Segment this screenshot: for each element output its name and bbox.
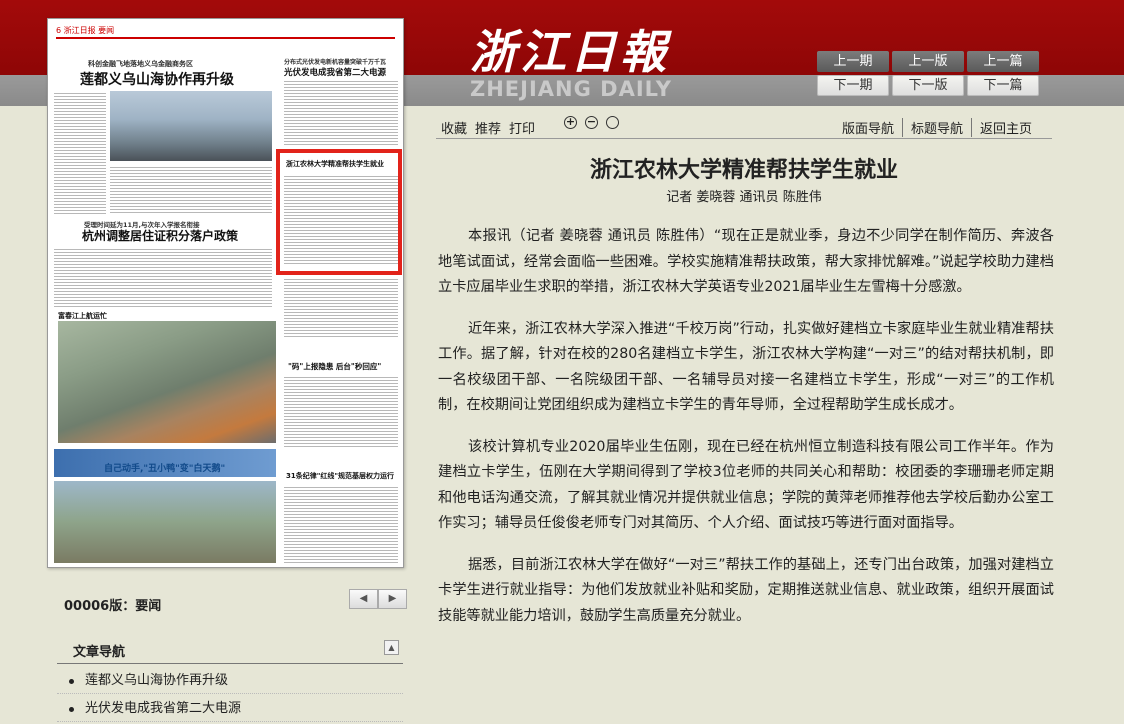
collapse-icon[interactable]: ▲ bbox=[384, 640, 399, 655]
paper-page-header: 6 浙江日报 要闻 bbox=[56, 25, 395, 39]
paper-text-column bbox=[284, 375, 398, 449]
paper-headline[interactable]: 31条纪律"红线"规范基层权力运行 bbox=[286, 471, 394, 481]
page-version-label: 00006版：要闻 bbox=[64, 599, 162, 614]
next-issue-button[interactable]: 下一期 bbox=[817, 75, 889, 96]
prev-article-button[interactable]: 上一篇 bbox=[967, 51, 1039, 72]
article-nav-list: 莲都义乌山海协作再升级 光伏发电成我省第二大电源 bbox=[57, 666, 403, 722]
selected-article-highlight[interactable] bbox=[276, 149, 402, 275]
zoom-in-icon[interactable]: + bbox=[564, 116, 577, 129]
paper-photo-village bbox=[54, 481, 276, 563]
article-nav-item[interactable]: 光伏发电成我省第二大电源 bbox=[57, 694, 403, 722]
zoom-reset-icon[interactable] bbox=[606, 116, 619, 129]
zoom-out-icon[interactable]: − bbox=[585, 116, 598, 129]
paper-text-column bbox=[54, 91, 106, 216]
article-toolbar: 收藏 推荐 打印 + − 版面导航 标题导航 返回主页 bbox=[436, 112, 1052, 139]
next-article-button[interactable]: 下一篇 bbox=[967, 75, 1039, 96]
next-version-button[interactable]: ▶ bbox=[378, 589, 407, 609]
paper-headline-kicker: 分布式光伏发电新机容量突破千万千瓦 bbox=[284, 59, 387, 66]
print-link[interactable]: 打印 bbox=[509, 118, 535, 137]
article-nav-header: 文章导航 ▲ bbox=[57, 636, 403, 664]
article-paragraph: 该校计算机专业2020届毕业生伍刚，现在已经在杭州恒立制造科技有限公司工作半年。… bbox=[438, 438, 1054, 532]
paper-headline[interactable]: 光伏发电成我省第二大电源 bbox=[284, 66, 386, 78]
paper-text-column bbox=[284, 485, 398, 563]
article-byline: 记者 姜晓蓉 通讯员 陈胜伟 bbox=[666, 190, 822, 205]
paper-headline[interactable]: "码"上报隐患 后台"秒回应" bbox=[288, 361, 381, 372]
prev-issue-button[interactable]: 上一期 bbox=[817, 51, 889, 72]
paper-text-column bbox=[110, 165, 272, 215]
issue-pager: 上一期 上一版 上一篇 下一期 下一版 下一篇 bbox=[817, 51, 1039, 96]
paper-headline-kicker: 科创金融飞地落地义乌金融商务区 bbox=[88, 60, 193, 68]
collect-link[interactable]: 收藏 bbox=[441, 118, 467, 137]
paper-headline[interactable]: 杭州调整居住证积分落户政策 bbox=[82, 227, 238, 244]
paper-photo-buildings bbox=[110, 91, 272, 161]
paper-headline[interactable]: 自己动手,"丑小鸭"变"白天鹅" bbox=[104, 461, 225, 474]
title-nav-link[interactable]: 标题导航 bbox=[901, 118, 971, 137]
article-paragraph: 本报讯（记者 姜晓蓉 通讯员 陈胜伟）“现在正是就业季，身边不少同学在制作简历、… bbox=[438, 228, 1054, 295]
zhejiang-daily-logo: 浙江日報 ZHEJIANG DAILY bbox=[470, 26, 680, 106]
article-nav-item[interactable]: 莲都义乌山海协作再升级 bbox=[57, 666, 403, 694]
paper-photo-lock bbox=[58, 321, 276, 443]
article-paragraph: 据悉，目前浙江农林大学在做好“一对三”帮扶工作的基础上，还专门出台政策，加强对建… bbox=[438, 556, 1054, 624]
logo-english: ZHEJIANG DAILY bbox=[470, 77, 672, 101]
recommend-link[interactable]: 推荐 bbox=[475, 118, 501, 137]
paper-headline[interactable]: 莲都义乌山海协作再升级 bbox=[80, 69, 234, 89]
newspaper-page-thumbnail[interactable]: 6 浙江日报 要闻 科创金融飞地落地义乌金融商务区 莲都义乌山海协作再升级 分布… bbox=[47, 18, 404, 568]
paper-text-column bbox=[54, 247, 272, 307]
page-version-switcher: ◀ ▶ bbox=[349, 589, 407, 609]
logo-chinese: 浙江日報 bbox=[470, 25, 670, 79]
home-link[interactable]: 返回主页 bbox=[970, 118, 1040, 137]
paper-text-column bbox=[284, 79, 398, 147]
paper-headline[interactable]: 富春江上航运忙 bbox=[58, 311, 107, 321]
article-body: 本报讯（记者 姜晓蓉 通讯员 陈胜伟）“现在正是就业季，身边不少同学在制作简历、… bbox=[438, 224, 1054, 645]
article-title: 浙江农林大学精准帮扶学生就业 bbox=[589, 158, 898, 183]
prev-page-button[interactable]: 上一版 bbox=[892, 51, 964, 72]
article-paragraph: 近年来，浙江农林大学深入推进“千校万岗”行动，扎实做好建档立卡家庭毕业生就业精准… bbox=[438, 320, 1054, 414]
article-nav-title: 文章导航 bbox=[73, 645, 126, 660]
next-page-button[interactable]: 下一版 bbox=[892, 75, 964, 96]
paper-text-column bbox=[284, 277, 398, 337]
prev-version-button[interactable]: ◀ bbox=[349, 589, 378, 609]
page-nav-link[interactable]: 版面导航 bbox=[834, 118, 902, 137]
